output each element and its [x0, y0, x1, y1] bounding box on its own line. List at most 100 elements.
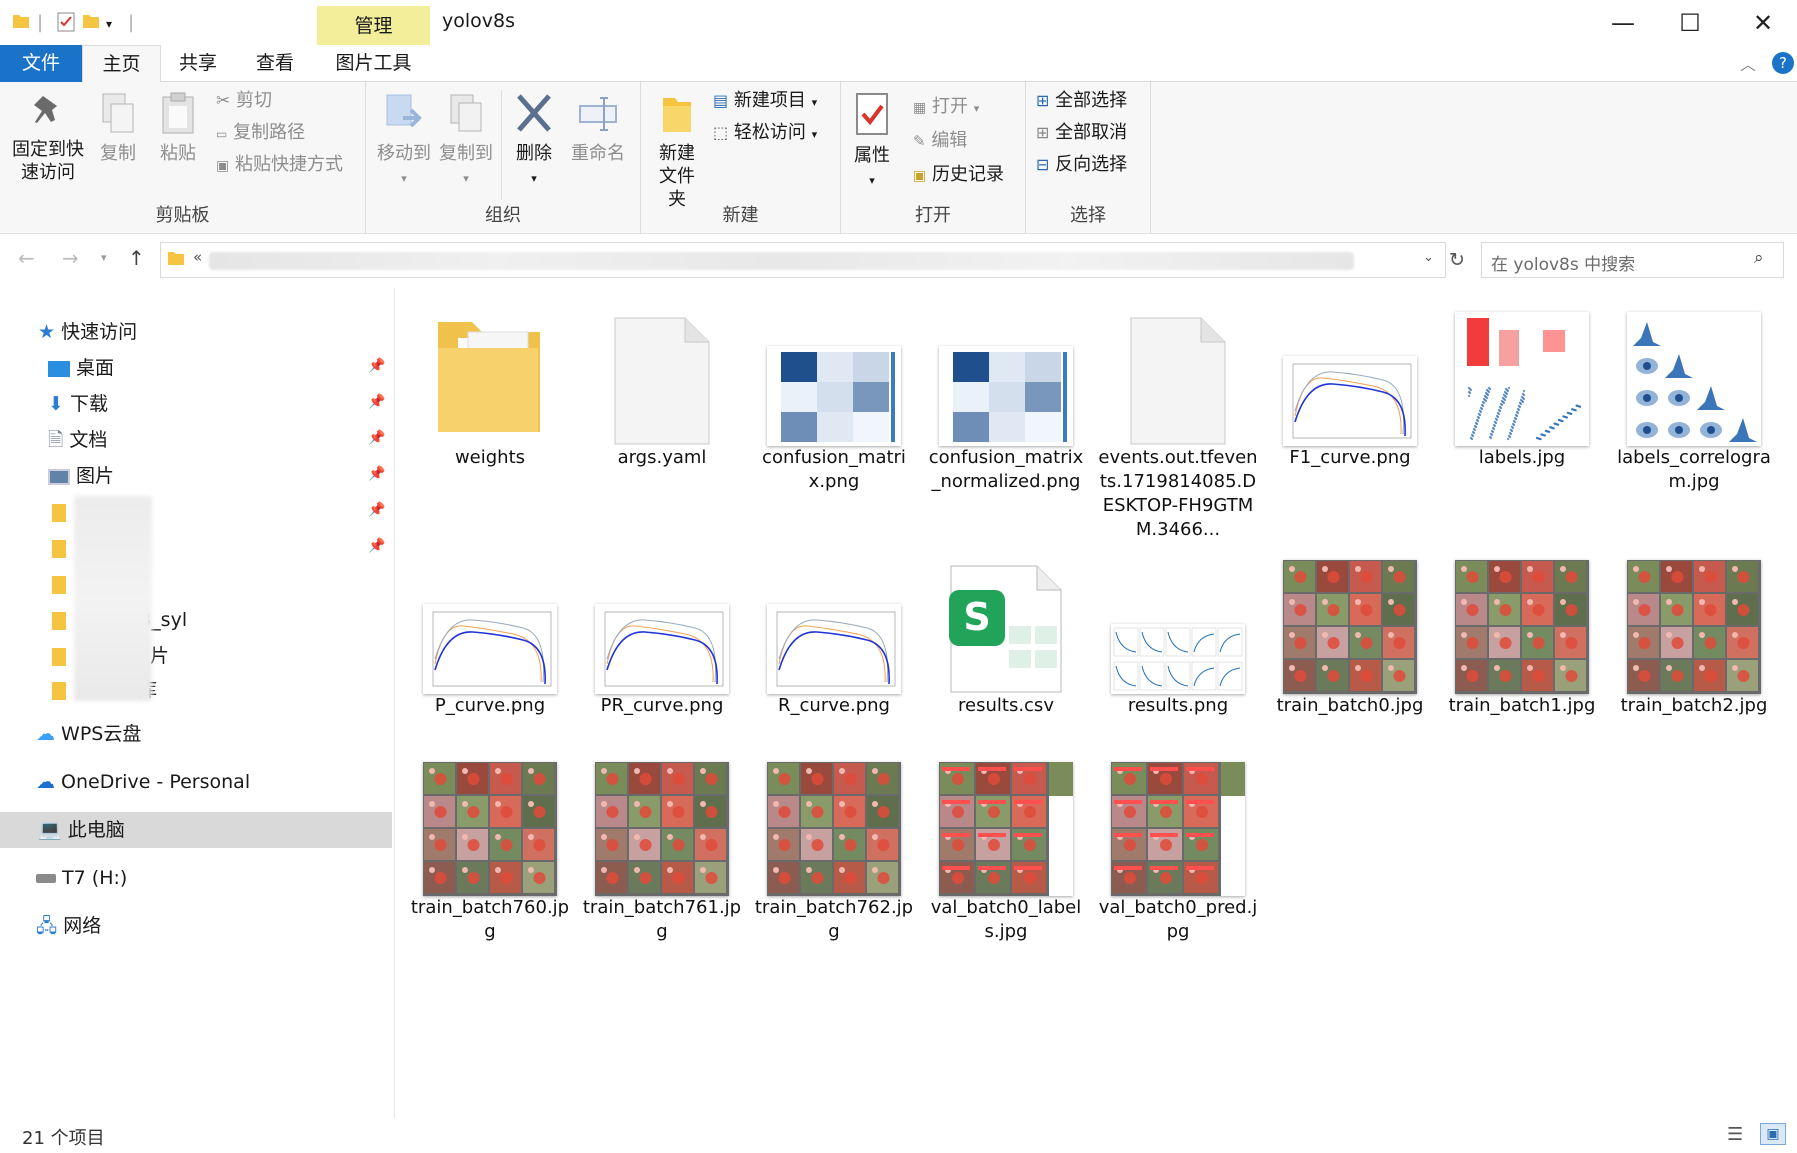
rename-button[interactable]: 重命名 [566, 92, 630, 165]
recent-locations-icon[interactable]: ▾ [101, 251, 107, 264]
nav-downloads-label: 下载 [69, 393, 108, 415]
new-folder-button[interactable]: 新建文件夹 [646, 92, 708, 211]
nav-documents[interactable]: 🗎 文档 [48, 422, 107, 458]
properties-quick-icon[interactable] [57, 12, 75, 37]
nav-drive-t7[interactable]: T7 (H:) [36, 860, 127, 896]
file-item-val-batch0-pred-jpg[interactable]: val_batch0_pred.jpg [1098, 750, 1258, 950]
file-item-train-batch2-jpg[interactable]: train_batch2.jpg [1614, 548, 1774, 748]
close-button[interactable]: ✕ [1733, 5, 1793, 41]
file-item-results-csv[interactable]: Sresults.csv [926, 548, 1086, 748]
select-all-button[interactable]: ⊞ 全部选择 [1036, 88, 1127, 114]
maximize-button[interactable]: ☐ [1660, 5, 1720, 41]
file-item-f1-curve-png[interactable]: F1_curve.png [1270, 300, 1430, 500]
image-thumbnail [939, 346, 1073, 446]
easy-access-icon: ⬚ [713, 123, 729, 142]
file-item-val-batch0-labels-jpg[interactable]: val_batch0_labels.jpg [926, 750, 1086, 950]
refresh-icon[interactable]: ↻ [1449, 249, 1465, 271]
nav-folder-6[interactable]: 库 [52, 672, 157, 708]
history-button[interactable]: ▣ 历史记录 [913, 162, 1004, 189]
invert-selection-button[interactable]: ⊟ 反向选择 [1036, 152, 1127, 178]
search-field[interactable]: 在 yolov8s 中搜索 ⌕ [1481, 242, 1784, 278]
network-icon: 🖧 [36, 915, 58, 937]
easy-access-button[interactable]: ⬚ 轻松访问 ▾ [713, 120, 817, 148]
tab-view[interactable]: 查看 [235, 45, 315, 82]
file-item-r-curve-png[interactable]: R_curve.png [754, 548, 914, 748]
customize-quick-access-icon[interactable]: ▾ [106, 17, 112, 31]
file-item-labels-jpg[interactable]: labels.jpg [1442, 300, 1602, 500]
nav-network[interactable]: 🖧 网络 [36, 908, 101, 944]
manage-context-tab[interactable]: 管理 [317, 6, 430, 45]
file-item-weights[interactable]: weights [410, 300, 570, 500]
details-view-icon[interactable]: ☰ [1727, 1124, 1743, 1145]
file-item-confusion-matrix-png[interactable]: confusion_matrix.png [754, 300, 914, 500]
properties-button[interactable]: 属性 ▾ [847, 92, 897, 192]
file-item-labels-correlogram-jpg[interactable]: labels_correlogram.jpg [1614, 300, 1774, 500]
nav-folder-5[interactable]: 片 [52, 638, 169, 674]
copy-button[interactable]: 复制 [92, 92, 144, 165]
tab-home[interactable]: 主页 [82, 45, 161, 83]
minimize-button[interactable]: — [1593, 5, 1653, 41]
file-name: R_curve.png [778, 695, 890, 716]
edit-button[interactable]: ✎ 编辑 [913, 128, 967, 154]
nav-pictures[interactable]: 图片 [48, 458, 114, 494]
paste-button[interactable]: 粘贴 [152, 92, 204, 165]
file-item-train-batch761-jpg[interactable]: train_batch761.jpg [582, 750, 742, 950]
file-item-train-batch762-jpg[interactable]: train_batch762.jpg [754, 750, 914, 950]
nav-onedrive[interactable]: ☁ OneDrive - Personal [36, 764, 250, 800]
file-item-confusion-matrix-normalized-png[interactable]: confusion_matrix_normalized.png [926, 300, 1086, 500]
breadcrumb-overflow[interactable]: « [193, 248, 202, 266]
address-field[interactable]: « ⌄ [160, 242, 1446, 278]
nav-quick-access[interactable]: ★ 快速访问 [38, 314, 137, 350]
nav-wps-label: WPS云盘 [61, 723, 142, 745]
file-item-train-batch0-jpg[interactable]: train_batch0.jpg [1270, 548, 1430, 748]
back-arrow-icon[interactable]: ← [18, 246, 35, 270]
search-icon[interactable]: ⌕ [1754, 248, 1764, 268]
cloud-icon: ☁ [36, 723, 55, 745]
nav-folder-4[interactable]: 08_syl [52, 602, 187, 638]
file-name: F1_curve.png [1289, 447, 1411, 468]
copy-to-button[interactable]: 复制到 ▾ [436, 92, 496, 190]
nav-folder-pinned-1[interactable] [52, 494, 66, 530]
help-icon[interactable]: ? [1772, 52, 1794, 74]
file-item-results-png[interactable]: results.png [1098, 548, 1258, 748]
pin-quick-access-button[interactable]: 固定到快速访问 [6, 92, 90, 184]
file-item-train-batch760-jpg[interactable]: train_batch760.jpg [410, 750, 570, 950]
paste-shortcut-button[interactable]: ▣ 粘贴快捷方式 [216, 152, 343, 179]
nav-desktop[interactable]: 桌面 [48, 350, 114, 386]
select-none-button[interactable]: ⊞ 全部取消 [1036, 120, 1127, 146]
file-name: train_batch760.jpg [410, 897, 570, 942]
tab-picture-tools[interactable]: 图片工具 [317, 45, 430, 82]
file-item-p-curve-png[interactable]: P_curve.png [410, 548, 570, 748]
up-arrow-icon[interactable]: ↑ [128, 246, 145, 270]
nav-this-pc[interactable]: 💻 此电脑 [38, 812, 125, 848]
file-item-args-yaml[interactable]: args.yaml [582, 300, 742, 500]
desktop-icon [48, 360, 70, 377]
tab-share[interactable]: 共享 [161, 45, 235, 82]
open-button[interactable]: ▦ 打开 ▾ [913, 94, 979, 122]
delete-x-icon [513, 92, 555, 142]
file-name: val_batch0_labels.jpg [930, 897, 1082, 942]
tab-file[interactable]: 文件 [0, 45, 82, 82]
file-item-events-out-tfevents-1719814085-desktop-fh9gtmm-3466[interactable]: events.out.tfevents.1719814085.DESKTOP-F… [1098, 300, 1258, 540]
file-item-train-batch1-jpg[interactable]: train_batch1.jpg [1442, 548, 1602, 748]
file-item-pr-curve-png[interactable]: PR_curve.png [582, 548, 742, 748]
large-icons-view-icon[interactable]: ▣ [1760, 1123, 1786, 1145]
nav-folder-3[interactable] [52, 566, 66, 602]
new-item-button[interactable]: ▤ 新建项目 ▾ [713, 88, 817, 116]
nav-folder-pinned-2[interactable] [52, 530, 66, 566]
image-thumbnail [1455, 560, 1589, 694]
clipboard-group-label: 剪贴板 [155, 205, 210, 226]
address-dropdown-icon[interactable]: ⌄ [1423, 250, 1434, 265]
copy-path-button[interactable]: ▭ 复制路径 [216, 120, 305, 147]
collapse-ribbon-icon[interactable]: ︿ [1740, 51, 1756, 75]
nav-downloads[interactable]: ⬇ 下载 [48, 386, 108, 422]
forward-arrow-icon[interactable]: → [62, 246, 79, 270]
delete-button[interactable]: 删除 ▾ [506, 92, 562, 190]
ribbon: 固定到快速访问 复制 粘贴 ✂ 剪切 ▭ 复制路径 ▣ 粘贴快捷方式 剪贴板 移… [0, 82, 1797, 234]
new-folder-quick-icon[interactable] [82, 12, 100, 35]
select-none-label: 全部取消 [1055, 122, 1128, 143]
nav-wps-cloud[interactable]: ☁ WPS云盘 [36, 716, 141, 752]
cut-button[interactable]: ✂ 剪切 [216, 88, 272, 114]
move-to-button[interactable]: 移动到 ▾ [374, 92, 434, 190]
file-name: results.png [1127, 695, 1229, 716]
